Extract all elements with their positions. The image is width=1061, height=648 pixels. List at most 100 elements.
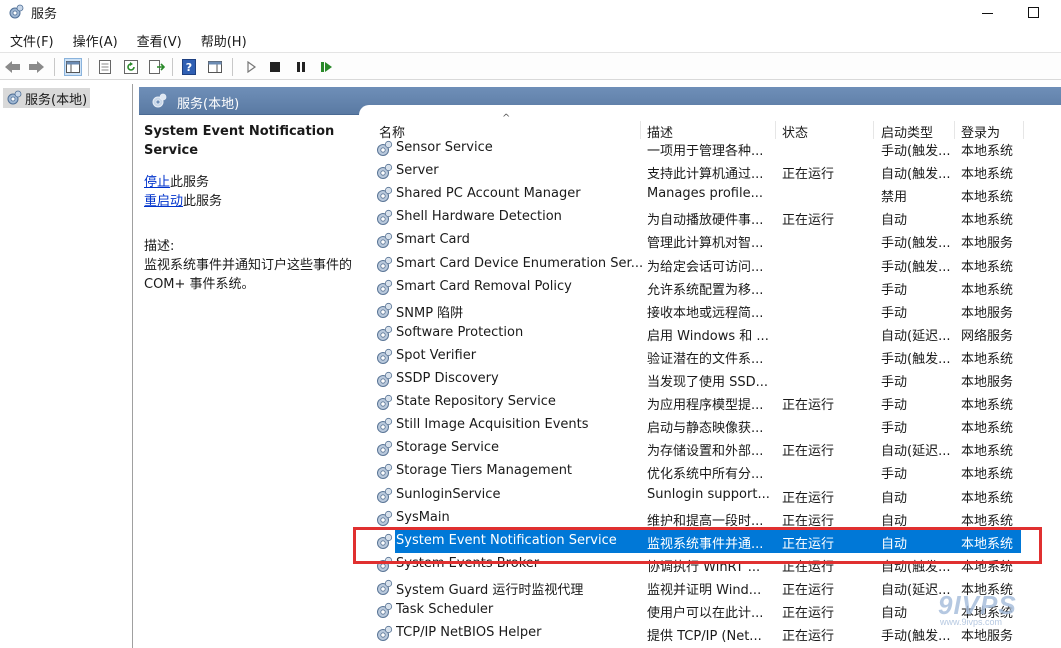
service-logon-cell: 本地系统	[961, 282, 1014, 298]
highlight-box	[353, 527, 1042, 564]
service-name-cell: Still Image Acquisition Events	[396, 417, 589, 433]
service-gear-icon	[377, 210, 393, 226]
service-description-cell: 支持此计算机通过...	[647, 167, 764, 183]
service-description-cell: 为应用程序模型提...	[647, 398, 764, 414]
service-description-cell: 为存储设置和外部...	[647, 444, 764, 460]
service-startup-type-cell: 手动(触发...	[881, 236, 951, 252]
svg-text:?: ?	[186, 61, 192, 74]
show-hide-console-tree-icon	[66, 61, 80, 73]
export-list-button[interactable]	[148, 58, 166, 76]
service-logon-cell: 本地服务	[961, 375, 1014, 390]
table-row[interactable]: Still Image Acquisition Events 启动与静态映像获..…	[375, 414, 1061, 437]
refresh-button[interactable]	[122, 58, 140, 76]
service-startup-type-cell: 自动	[881, 513, 908, 529]
restart-icon	[321, 62, 332, 72]
table-row[interactable]: Smart Card Device Enumeration Ser... 为给定会…	[375, 253, 1061, 276]
service-status-cell: 正在运行	[782, 629, 835, 645]
back-button[interactable]	[4, 58, 22, 76]
service-gear-icon	[377, 302, 393, 318]
start-service-button[interactable]	[242, 58, 260, 76]
pause-service-button[interactable]	[292, 58, 310, 76]
menu-action[interactable]: 操作(A)	[63, 28, 127, 50]
service-description-cell: Sunlogin support...	[647, 486, 770, 502]
table-row[interactable]: Shared PC Account Manager Manages profile…	[375, 183, 1061, 206]
minimize-button[interactable]	[964, 0, 1010, 24]
pause-icon	[297, 62, 305, 72]
menu-bar: 文件(F) 操作(A) 查看(V) 帮助(H)	[0, 28, 1061, 50]
service-logon-cell: 本地系统	[961, 421, 1014, 437]
service-description-cell: Manages profile...	[647, 186, 764, 202]
service-gear-icon	[377, 279, 393, 295]
service-gear-icon	[377, 140, 393, 156]
table-row[interactable]: SNMP 陷阱 接收本地或远程简... 手动 本地服务	[375, 299, 1061, 322]
table-row[interactable]: Software Protection 启用 Windows 和 ... 自动(延迟…	[375, 322, 1061, 345]
service-logon-cell: 本地服务	[961, 305, 1014, 321]
service-description-cell: 为自动播放硬件事...	[647, 213, 764, 229]
table-row[interactable]: SunloginService Sunlogin support... 正在运行 自动…	[375, 484, 1061, 507]
table-row[interactable]: SSDP Discovery 当发现了使用 SSD... 手动 本地服务	[375, 368, 1061, 391]
menu-help[interactable]: 帮助(H)	[191, 28, 256, 50]
service-name-cell: Shared PC Account Manager	[396, 186, 581, 202]
table-row[interactable]: Storage Service 为存储设置和外部... 正在运行 自动(延迟... 本地…	[375, 437, 1061, 460]
service-startup-type-cell: 手动	[881, 282, 908, 298]
forward-button[interactable]	[27, 58, 45, 76]
service-description-cell: 维护和提高一段时...	[647, 513, 764, 529]
menu-view[interactable]: 查看(V)	[127, 28, 191, 50]
service-name-cell: Task Scheduler	[396, 602, 494, 617]
help-icon: ?	[182, 59, 196, 75]
maximize-icon	[1027, 6, 1039, 18]
help-button[interactable]: ?	[180, 58, 198, 76]
table-row[interactable]: Storage Tiers Management 优化系统中所有分... 手动 本地系…	[375, 460, 1061, 483]
properties-button[interactable]	[96, 58, 114, 76]
service-gear-icon	[377, 325, 393, 341]
menu-file[interactable]: 文件(F)	[0, 28, 63, 50]
table-row[interactable]: Spot Verifier 验证潜在的文件系... 手动(触发... 本地系统	[375, 345, 1061, 368]
service-logon-cell: 本地系统	[961, 513, 1014, 529]
play-icon	[247, 61, 256, 73]
service-startup-type-cell: 手动	[881, 421, 908, 437]
service-name-cell: Sensor Service	[396, 140, 493, 155]
show-action-pane-button[interactable]	[206, 58, 224, 76]
table-row[interactable]: Smart Card 管理此计算机对智... 手动(触发... 本地服务	[375, 229, 1061, 252]
tree-node-services-local[interactable]: 服务(本地)	[3, 88, 91, 108]
maximize-button[interactable]	[1010, 0, 1056, 24]
table-row[interactable]: Shell Hardware Detection 为自动播放硬件事... 正在运行 自…	[375, 206, 1061, 229]
service-gear-icon	[377, 602, 393, 618]
show-hide-console-tree-button[interactable]	[64, 58, 82, 76]
restart-service-link[interactable]: 重启动	[144, 194, 183, 209]
service-startup-type-cell: 自动(延迟...	[881, 328, 951, 344]
service-logon-cell: 本地系统	[961, 144, 1014, 159]
service-startup-type-cell: 手动	[881, 467, 908, 483]
table-row[interactable]: State Repository Service 为应用程序模型提... 正在运行 手…	[375, 391, 1061, 414]
service-name-cell: Server	[396, 163, 439, 179]
watermark-logo: 9IVPS www.9ivps.com	[938, 590, 1048, 630]
restart-service-button[interactable]	[318, 58, 336, 76]
pane-title: 服务(本地)	[177, 97, 240, 112]
service-gear-icon	[377, 371, 393, 387]
service-gear-icon	[377, 464, 393, 480]
toolbar: ?	[0, 52, 1061, 80]
service-gear-icon	[377, 625, 393, 642]
stop-service-button[interactable]	[266, 58, 284, 76]
service-startup-type-cell: 手动	[881, 305, 908, 321]
properties-icon	[99, 60, 111, 74]
service-logon-cell: 本地系统	[961, 167, 1014, 183]
service-startup-type-cell: 自动(延迟...	[881, 444, 951, 460]
table-row[interactable]: Sensor Service 一项用于管理各种... 手动(触发... 本地系统	[375, 137, 1061, 160]
service-description-cell: 管理此计算机对智...	[647, 236, 764, 252]
stop-service-link[interactable]: 停止	[144, 175, 170, 190]
service-name-cell: SSDP Discovery	[396, 371, 499, 386]
service-description-cell: 接收本地或远程简...	[647, 305, 764, 321]
export-list-icon	[149, 60, 165, 74]
table-row[interactable]: Smart Card Removal Policy 允许系统配置为移... 手动 本地…	[375, 276, 1061, 299]
service-status-cell: 正在运行	[782, 444, 835, 460]
service-description: 描述: 监视系统事件并通知订户这些事件的 COM+ 事件系统。	[144, 239, 353, 292]
service-description-cell: 验证潜在的文件系...	[647, 351, 764, 367]
service-logon-cell: 本地系统	[961, 490, 1014, 506]
service-description-cell: 当发现了使用 SSD...	[647, 375, 769, 390]
service-startup-type-cell: 自动	[881, 213, 908, 229]
service-gear-icon	[377, 394, 393, 411]
selected-service-name: System Event Notification Service	[144, 124, 335, 158]
table-row[interactable]: Server 支持此计算机通过... 正在运行 自动(触发... 本地系统	[375, 160, 1061, 183]
service-status-cell: 正在运行	[782, 606, 835, 621]
